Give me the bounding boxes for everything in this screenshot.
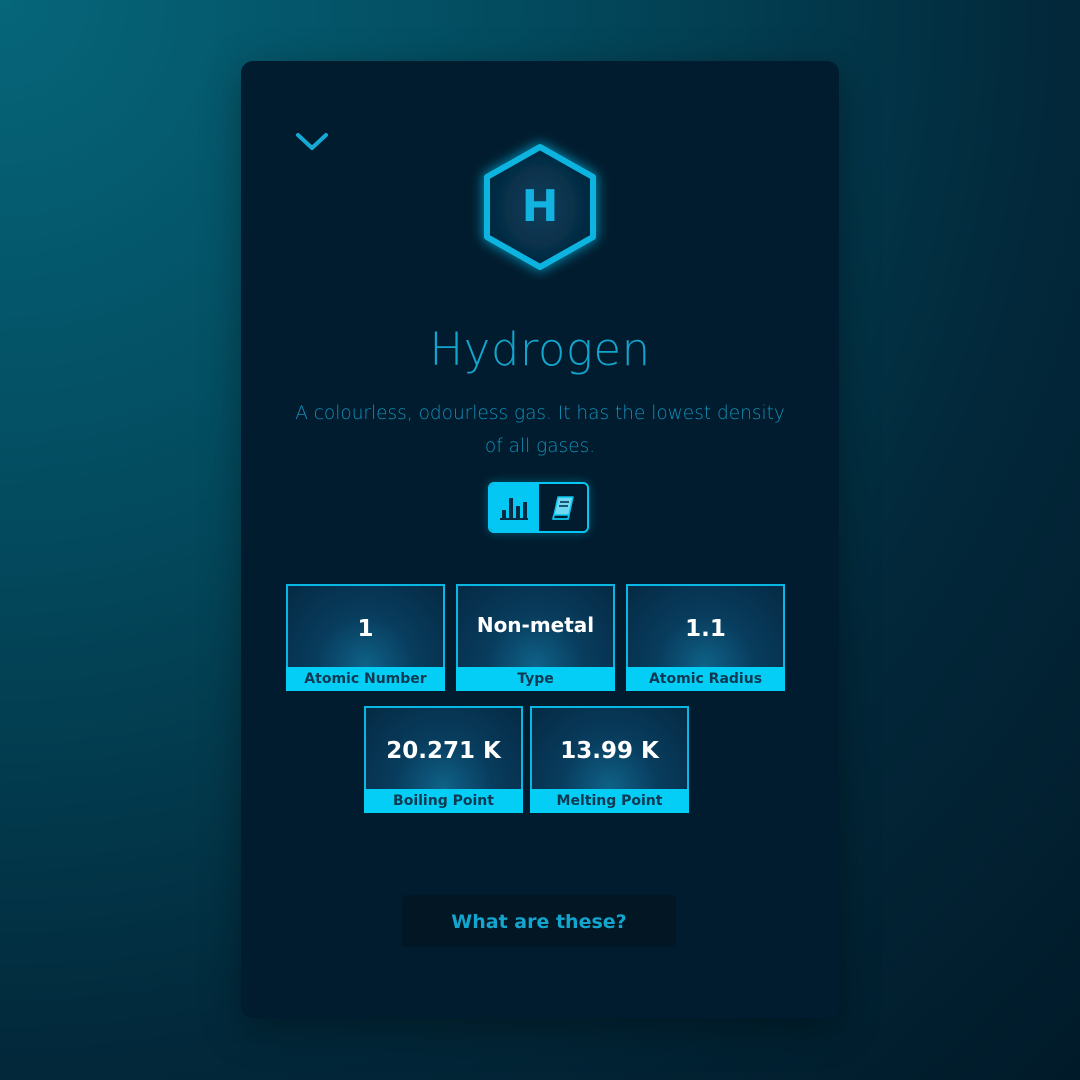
element-symbol-badge: H <box>480 141 600 273</box>
stat-value: 1.1 <box>685 616 726 642</box>
collapse-button[interactable] <box>293 127 331 157</box>
stat-type: Non-metal Type <box>456 584 615 691</box>
info-view-button[interactable] <box>538 484 587 531</box>
element-card: H Hydrogen A colourless, odourless gas. … <box>241 61 839 1018</box>
book-icon <box>551 495 574 520</box>
element-symbol: H <box>522 181 559 232</box>
chevron-down-icon <box>296 133 328 150</box>
stat-value: Non-metal <box>476 613 595 637</box>
view-toggle <box>488 482 589 533</box>
stat-atomic-number: 1 Atomic Number <box>286 584 445 691</box>
stat-atomic-radius: 1.1 Atomic Radius <box>626 584 785 691</box>
stat-boiling-point: 20.271 K Boiling Point <box>364 706 523 813</box>
element-name: Hydrogen <box>429 323 651 376</box>
stat-label: Type <box>456 667 615 691</box>
stat-label: Atomic Number <box>286 667 445 691</box>
stat-label: Atomic Radius <box>626 667 785 691</box>
stat-label: Melting Point <box>530 789 689 813</box>
bar-chart-icon <box>500 497 529 520</box>
stat-value: 20.271 K <box>386 738 501 764</box>
stat-melting-point: 13.99 K Melting Point <box>530 706 689 813</box>
stat-value: 13.99 K <box>560 738 659 764</box>
stat-label: Boiling Point <box>364 789 523 813</box>
stat-value: 1 <box>357 616 374 642</box>
what-are-these-button[interactable]: What are these? <box>402 895 676 947</box>
element-description: A colourless, odourless gas. It has the … <box>295 403 785 457</box>
stats-view-button[interactable] <box>490 484 539 531</box>
